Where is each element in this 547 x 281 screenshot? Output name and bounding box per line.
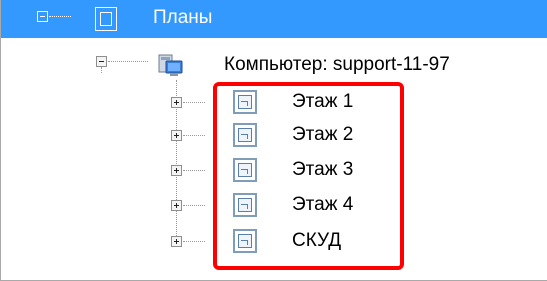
expand-toggle-icon[interactable] (171, 165, 182, 176)
tree-connector (49, 16, 71, 17)
collapse-toggle-icon[interactable] (96, 56, 107, 67)
expand-toggle-icon[interactable] (171, 130, 182, 141)
tree-node-label: Планы (153, 7, 213, 28)
tree-connector (183, 135, 205, 136)
expand-toggle-icon[interactable] (171, 97, 182, 108)
tree-connector (183, 241, 205, 242)
computer-icon (158, 54, 183, 76)
tree-node-computer[interactable]: Компьютер: support-11-97 (224, 53, 450, 77)
tree-connector (183, 170, 205, 171)
highlight-box (213, 82, 404, 270)
tree-connector (108, 61, 148, 62)
tree-node-plans-root[interactable]: Планы (1, 0, 547, 38)
collapse-toggle-icon[interactable] (37, 11, 48, 22)
tree-connector (101, 67, 102, 73)
tree-connector (183, 205, 205, 206)
expand-toggle-icon[interactable] (171, 236, 182, 247)
expand-toggle-icon[interactable] (171, 200, 182, 211)
tree-connector (183, 102, 205, 103)
plans-folder-icon (95, 7, 117, 31)
